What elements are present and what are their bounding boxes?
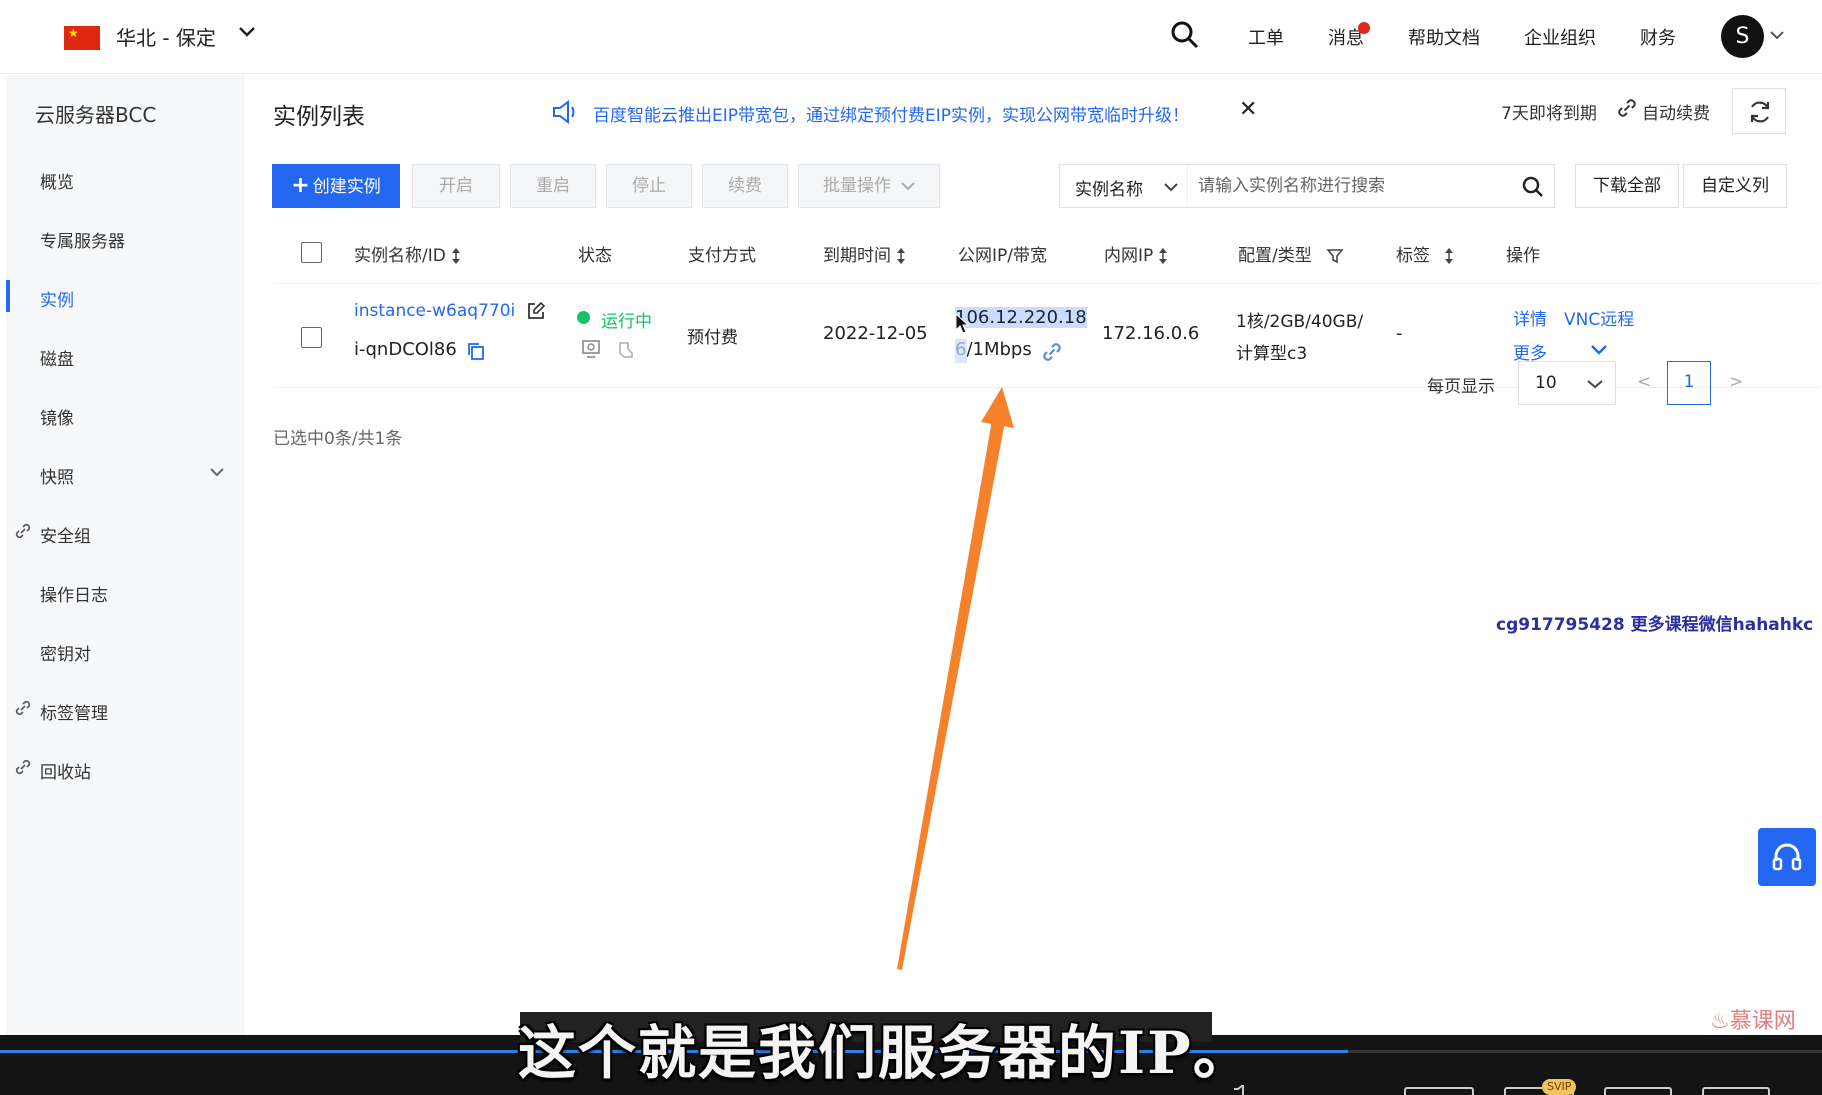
console-screen: ★ 华北 - 保定 工单 消息 帮助文档 企业组织 财务 S 云服务器BCC 概… — [0, 0, 1822, 1095]
player-button[interactable] — [1404, 1087, 1474, 1095]
player-button[interactable] — [1604, 1087, 1672, 1095]
video-subtitle: 这个就是我们服务器的IP。 — [518, 1019, 1253, 1087]
annotation-arrow — [897, 387, 1014, 970]
svip-badge: SVIP — [1542, 1079, 1577, 1095]
player-button[interactable] — [1702, 1087, 1770, 1095]
